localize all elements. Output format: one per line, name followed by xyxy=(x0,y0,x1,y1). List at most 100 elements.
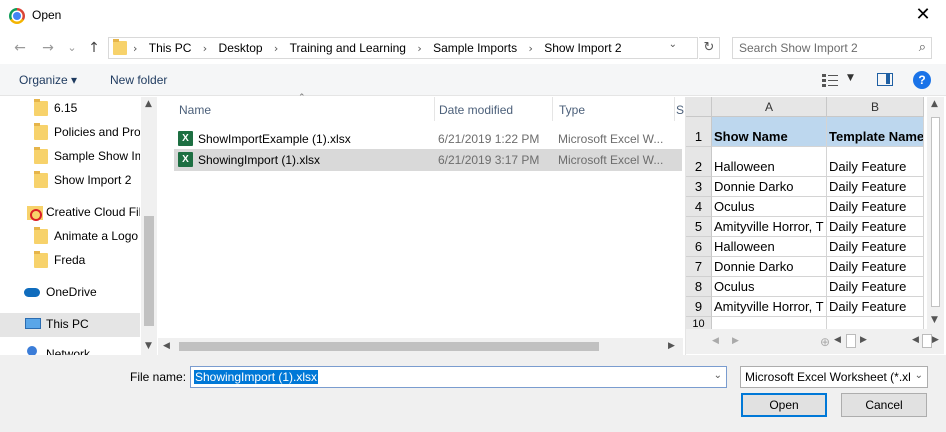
cell-a4: Oculus xyxy=(712,197,827,217)
excel-file-icon: X xyxy=(178,152,193,167)
chevron-right-icon[interactable]: › xyxy=(274,42,278,55)
scrollbar-thumb[interactable] xyxy=(144,216,154,326)
cell-a9: Amityville Horror, T xyxy=(712,297,827,317)
file-row[interactable]: X ShowImportExample (1).xlsx 6/21/2019 1… xyxy=(174,128,682,150)
breadcrumb-this-pc[interactable]: This PC xyxy=(149,41,192,55)
breadcrumb-training[interactable]: Training and Learning xyxy=(290,41,406,55)
scroll-up-icon[interactable]: ▲ xyxy=(931,99,938,109)
forward-arrow-icon[interactable]: → xyxy=(38,38,58,58)
row-number: 5 xyxy=(686,217,712,237)
search-input[interactable] xyxy=(739,41,909,55)
nav-item-policies[interactable]: Policies and Proc xyxy=(0,121,140,145)
file-name-field[interactable]: ShowingImport (1).xlsx ⌄ xyxy=(190,366,727,388)
sheet-scroll-end-icon[interactable]: ▶ xyxy=(932,335,939,345)
sheet-scroll-start-icon[interactable]: ◀ xyxy=(912,335,919,345)
file-type-select[interactable]: Microsoft Excel Worksheet (*.xlsx) ⌄ xyxy=(740,366,928,388)
sheet-tab-splitter[interactable] xyxy=(846,334,856,348)
cancel-button[interactable]: Cancel xyxy=(841,393,927,417)
nav-item-show-import-2[interactable]: Show Import 2 xyxy=(0,169,140,193)
scroll-right-icon[interactable]: ▶ xyxy=(668,341,675,351)
view-options-icon[interactable] xyxy=(822,73,838,87)
recent-locations-icon[interactable]: ⌄ xyxy=(62,38,82,58)
title-bar: Open ✕ xyxy=(0,0,946,32)
breadcrumb-show-import-2[interactable]: Show Import 2 xyxy=(544,41,621,55)
nav-item-this-pc[interactable]: This PC xyxy=(0,313,140,337)
cell-b5: Daily Feature xyxy=(827,217,924,237)
up-arrow-icon[interactable]: ↑ xyxy=(84,38,104,58)
nav-pane-scrollbar[interactable]: ▲ ▼ xyxy=(141,97,157,355)
open-button[interactable]: Open xyxy=(741,393,827,417)
nav-item-network[interactable]: Network xyxy=(0,343,140,355)
address-bar[interactable]: › This PC › Desktop › Training and Learn… xyxy=(108,37,698,59)
chevron-right-icon: › xyxy=(133,42,138,55)
excel-file-icon: X xyxy=(178,131,193,146)
scroll-down-icon[interactable]: ▼ xyxy=(145,341,152,351)
search-box[interactable]: ⌕ xyxy=(732,37,932,59)
organize-button[interactable]: Organize ▾ xyxy=(19,73,77,87)
address-dropdown-icon[interactable]: ⌄ xyxy=(669,39,677,50)
breadcrumb-desktop[interactable]: Desktop xyxy=(219,41,263,55)
dialog-footer: File name: ShowingImport (1).xlsx ⌄ Micr… xyxy=(0,355,946,432)
scrollbar-thumb[interactable] xyxy=(179,342,599,351)
column-header-size[interactable]: S xyxy=(673,97,684,121)
preview-pane-icon[interactable] xyxy=(877,73,893,86)
breadcrumb-sample-imports[interactable]: Sample Imports xyxy=(433,41,517,55)
cell-b8: Daily Feature xyxy=(827,277,924,297)
add-sheet-icon[interactable]: ⊕ xyxy=(820,335,830,349)
nav-item-creative-cloud[interactable]: Creative Cloud Fil xyxy=(0,201,140,225)
row-number: 4 xyxy=(686,197,712,217)
scroll-up-icon[interactable]: ▲ xyxy=(145,99,152,109)
file-row[interactable]: X ShowingImport (1).xlsx 6/21/2019 3:17 … xyxy=(174,149,682,171)
preview-vertical-scrollbar[interactable]: ▲ ▼ xyxy=(927,97,944,329)
scroll-left-icon[interactable]: ◀ xyxy=(163,341,170,351)
nav-item-sample-show[interactable]: Sample Show Im xyxy=(0,145,140,169)
close-icon[interactable]: ✕ xyxy=(900,0,946,32)
file-name-value[interactable]: ShowingImport (1).xlsx xyxy=(194,370,319,384)
nav-item-animate-logo[interactable]: Animate a Logo xyxy=(0,225,140,249)
search-icon[interactable]: ⌕ xyxy=(919,40,926,55)
nav-item-freda[interactable]: Freda xyxy=(0,249,140,273)
nav-item-label: 6.15 xyxy=(54,101,78,115)
column-header-name[interactable]: Name xyxy=(173,97,435,121)
scroll-down-icon[interactable]: ▼ xyxy=(931,315,938,325)
file-name: ShowingImport (1).xlsx xyxy=(198,153,321,167)
cell-a3: Donnie Darko xyxy=(712,177,827,197)
chevron-down-icon[interactable]: ⌄ xyxy=(915,370,923,381)
chevron-right-icon[interactable]: › xyxy=(203,42,207,55)
view-dropdown-icon[interactable]: ▼ xyxy=(847,73,854,83)
nav-item-label: Animate a Logo xyxy=(54,229,139,243)
column-header-date[interactable]: Date modified xyxy=(433,97,553,121)
nav-item-label: Sample Show Im xyxy=(54,149,140,163)
sheet-next-icon[interactable]: ▶ xyxy=(732,336,739,346)
file-type: Microsoft Excel W... xyxy=(558,132,664,146)
column-header-type[interactable]: Type xyxy=(553,97,675,121)
new-folder-button[interactable]: New folder xyxy=(110,73,167,87)
sheet-prev-icon[interactable]: ◀ xyxy=(712,336,719,346)
cell-a5: Amityville Horror, T xyxy=(712,217,827,237)
sheet-hscroll-thumb[interactable] xyxy=(922,334,932,348)
back-arrow-icon[interactable]: ← xyxy=(10,38,30,58)
cell-b2: Daily Feature xyxy=(827,147,924,177)
creative-cloud-icon xyxy=(27,206,43,221)
sheet-scroll-left-icon[interactable]: ◀ xyxy=(834,335,841,345)
help-icon[interactable]: ? xyxy=(913,71,931,89)
cell-b1: Template Name xyxy=(827,117,924,147)
chevron-right-icon[interactable]: › xyxy=(528,42,532,55)
file-list-horizontal-scrollbar[interactable]: ◀ ▶ xyxy=(158,338,683,355)
refresh-icon[interactable]: ↻ xyxy=(699,37,720,59)
window-title: Open xyxy=(32,8,62,22)
preview-pane: A B 1 Show Name Template Name 2 Hallowee… xyxy=(685,97,944,355)
sheet-scroll-right-icon[interactable]: ▶ xyxy=(860,335,867,345)
nav-item-6-15[interactable]: 6.15 xyxy=(0,97,140,121)
row-number: 10 xyxy=(686,317,712,329)
chevron-down-icon[interactable]: ⌄ xyxy=(714,370,722,381)
nav-item-label: Creative Cloud Fil xyxy=(46,205,140,219)
folder-icon xyxy=(34,171,48,188)
cell-a10 xyxy=(712,317,827,329)
nav-item-label: Freda xyxy=(54,253,86,267)
nav-item-onedrive[interactable]: OneDrive xyxy=(0,281,140,305)
row-number: 3 xyxy=(686,177,712,197)
chevron-right-icon[interactable]: › xyxy=(417,42,421,55)
folder-icon xyxy=(113,39,127,55)
scrollbar-thumb[interactable] xyxy=(931,117,940,307)
